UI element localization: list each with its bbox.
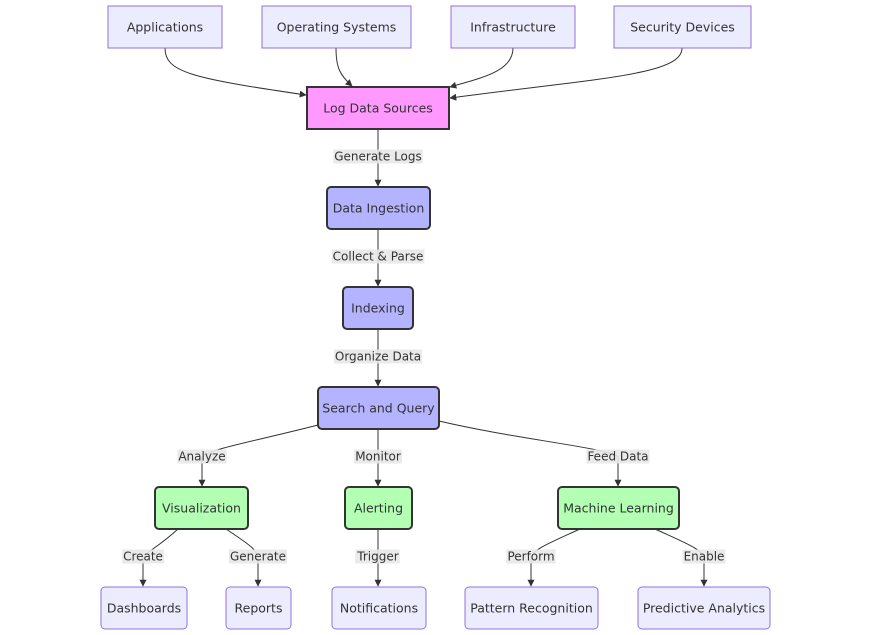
edge-os-logs [335,47,353,87]
node-label: Reports [235,601,283,616]
node-label: Data Ingestion [333,201,425,216]
node-label: Visualization [162,501,241,516]
edge-label-text: Analyze [178,450,225,464]
node-reports[interactable]: Reports [225,586,292,630]
node-apps[interactable]: Applications [107,5,223,49]
edge-label-text: Perform [507,550,554,564]
node-infra[interactable]: Infrastructure [450,5,576,49]
node-alert[interactable]: Alerting [344,486,413,530]
node-search[interactable]: Search and Query [317,386,440,430]
edge-label-ml-predict: Enable [682,549,726,564]
edge-infra-logs [449,47,514,89]
node-dash[interactable]: Dashboards [100,586,188,630]
node-label: Infrastructure [470,20,556,35]
node-pattern[interactable]: Pattern Recognition [464,586,599,630]
node-sec[interactable]: Security Devices [613,5,752,49]
node-label: Log Data Sources [323,101,433,116]
edge-label-text: Feed Data [587,450,648,464]
node-label: Pattern Recognition [470,601,593,616]
edge-label-viz-dash: Create [122,549,164,564]
node-viz[interactable]: Visualization [154,486,249,530]
node-predict[interactable]: Predictive Analytics [637,586,771,630]
edge-label-index-search: Organize Data [333,349,423,364]
edge-label-text: Monitor [355,450,401,464]
node-logs[interactable]: Log Data Sources [306,86,450,130]
node-label: Dashboards [107,601,181,616]
edge-label-text: Create [123,550,163,564]
edge-label-text: Generate [230,550,286,564]
edge-label-text: Enable [684,550,725,564]
node-os[interactable]: Operating Systems [261,5,412,49]
edge-sec-logs [449,47,683,101]
edge-label-ml-pattern: Perform [506,549,556,564]
edge-label-viz-reports: Generate [228,549,288,564]
edge-label-ingest-index: Collect & Parse [331,249,425,264]
edge-label-search-alert: Monitor [354,449,402,464]
node-label: Predictive Analytics [643,601,765,616]
node-ml[interactable]: Machine Learning [557,486,680,530]
node-label: Notifications [340,601,418,616]
flowchart-diagram: Applications Operating Systems Infrastruct… [100,5,771,630]
node-index[interactable]: Indexing [342,286,414,330]
node-label: Operating Systems [277,20,397,35]
edge-label-text: Organize Data [335,350,421,364]
node-label: Machine Learning [563,501,674,516]
edge-label-text: Generate Logs [334,150,422,164]
edge-label-text: Trigger [356,550,398,564]
node-notif[interactable]: Notifications [331,586,427,630]
node-label: Indexing [351,301,405,316]
edge-label-search-ml: Feed Data [586,449,650,464]
edge-label-text: Collect & Parse [333,250,424,264]
node-label: Applications [127,20,203,35]
node-label: Security Devices [630,20,735,35]
edge-label-alert-notif: Trigger [355,549,400,564]
edge-label-logs-ingest: Generate Logs [333,149,423,164]
node-ingest[interactable]: Data Ingestion [326,186,431,230]
node-label: Alerting [354,501,403,516]
edge-label-search-viz: Analyze [177,449,227,464]
edge-apps-logs [164,47,307,98]
node-label: Search and Query [322,401,435,416]
